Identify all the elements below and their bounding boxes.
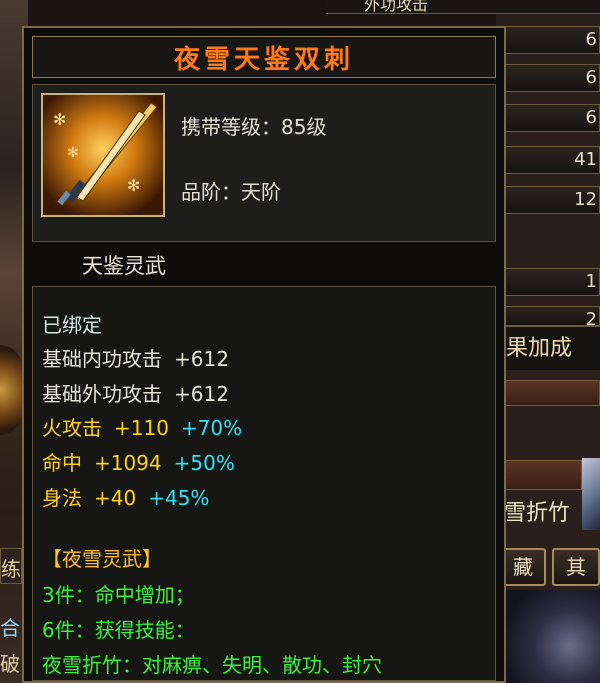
background-left-text: 练 <box>1 557 21 581</box>
stat-value: 12 <box>502 186 600 214</box>
background-left-text: 破 <box>0 652 20 676</box>
bound-status: 已绑定 <box>42 313 102 337</box>
attribute-name: 基础内功攻击 <box>42 347 162 371</box>
attribute-row: 基础外功攻击 +612 <box>42 378 229 407</box>
stat-row-header: 外功攻击 <box>326 0 600 14</box>
set-bonus: 夜雪折竹：对麻痹、失明、散功、封穴 <box>42 653 382 677</box>
attribute-name: 身法 <box>42 486 82 510</box>
item-info-panel: ✻ ✻ ✻ ✻ 携带等级：85级 品阶：天阶 <box>32 84 496 242</box>
svg-text:✻: ✻ <box>67 145 79 161</box>
attribute-value: +612 <box>174 347 229 371</box>
skill-slot[interactable] <box>502 460 582 490</box>
skill-label: 雪折竹 <box>504 501 571 526</box>
svg-text:✻: ✻ <box>53 110 66 129</box>
svg-text:✻: ✻ <box>127 176 140 195</box>
attribute-row: 基础内功攻击 +612 <box>42 343 229 372</box>
stat-value: 1 <box>502 268 600 296</box>
tab-button[interactable]: 其 <box>552 548 600 586</box>
stat-value: 2 <box>502 306 600 326</box>
tooltip-title-bar: 夜雪天鉴双刺 <box>32 36 496 78</box>
attribute-name: 火攻击 <box>42 416 102 440</box>
item-subtitle: 天鉴灵武 <box>82 254 166 278</box>
skill-portrait <box>582 458 600 530</box>
item-name: 夜雪天鉴双刺 <box>173 44 354 75</box>
grade-label: 品阶：天阶 <box>181 180 281 204</box>
stat-value: 41 <box>502 146 600 174</box>
stat-value: 6 <box>502 104 600 132</box>
attribute-bonus: +70% <box>180 416 243 440</box>
set-bonus: 6件：获得技能： <box>42 618 195 642</box>
background-left-text: 合 <box>0 616 20 640</box>
tab-button[interactable]: 藏 <box>500 548 546 586</box>
attribute-row: 命中 +1094 +50% <box>42 447 235 476</box>
attribute-row: 身法 +40 +45% <box>42 482 209 511</box>
attribute-value: +110 <box>114 416 169 440</box>
attribute-name: 基础外功攻击 <box>42 382 162 406</box>
stat-value: 6 <box>502 26 600 54</box>
attribute-value: +612 <box>174 382 229 406</box>
effect-bar <box>502 380 600 406</box>
attribute-panel: 已绑定 基础内功攻击 +612 基础外功攻击 +612 火攻击 +110 +70% 命中… <box>32 286 496 681</box>
attribute-name: 命中 <box>42 451 82 475</box>
attribute-bonus: +50% <box>173 451 235 475</box>
background-left-button[interactable]: 练 <box>0 548 22 584</box>
effect-section-header: 果加成 <box>502 326 600 370</box>
stat-value: 6 <box>502 64 600 92</box>
set-name: 【夜雪灵武】 <box>42 547 162 571</box>
scene-image <box>500 590 600 683</box>
attribute-value: +40 <box>94 486 137 510</box>
background-orb-icon <box>0 345 22 435</box>
attribute-bonus: +45% <box>148 486 210 510</box>
attribute-value: +1094 <box>94 451 162 475</box>
set-bonus: 3件：命中增加； <box>42 583 195 607</box>
attribute-row: 火攻击 +110 +70% <box>42 412 242 441</box>
twin-daggers-icon: ✻ ✻ ✻ ✻ <box>41 93 165 217</box>
item-tooltip: 夜雪天鉴双刺 ✻ ✻ ✻ 携带等级：85级 品阶：天阶 天鉴灵武 已绑定 基础内… <box>22 26 506 683</box>
carry-level-label: 携带等级：85级 <box>181 115 327 139</box>
